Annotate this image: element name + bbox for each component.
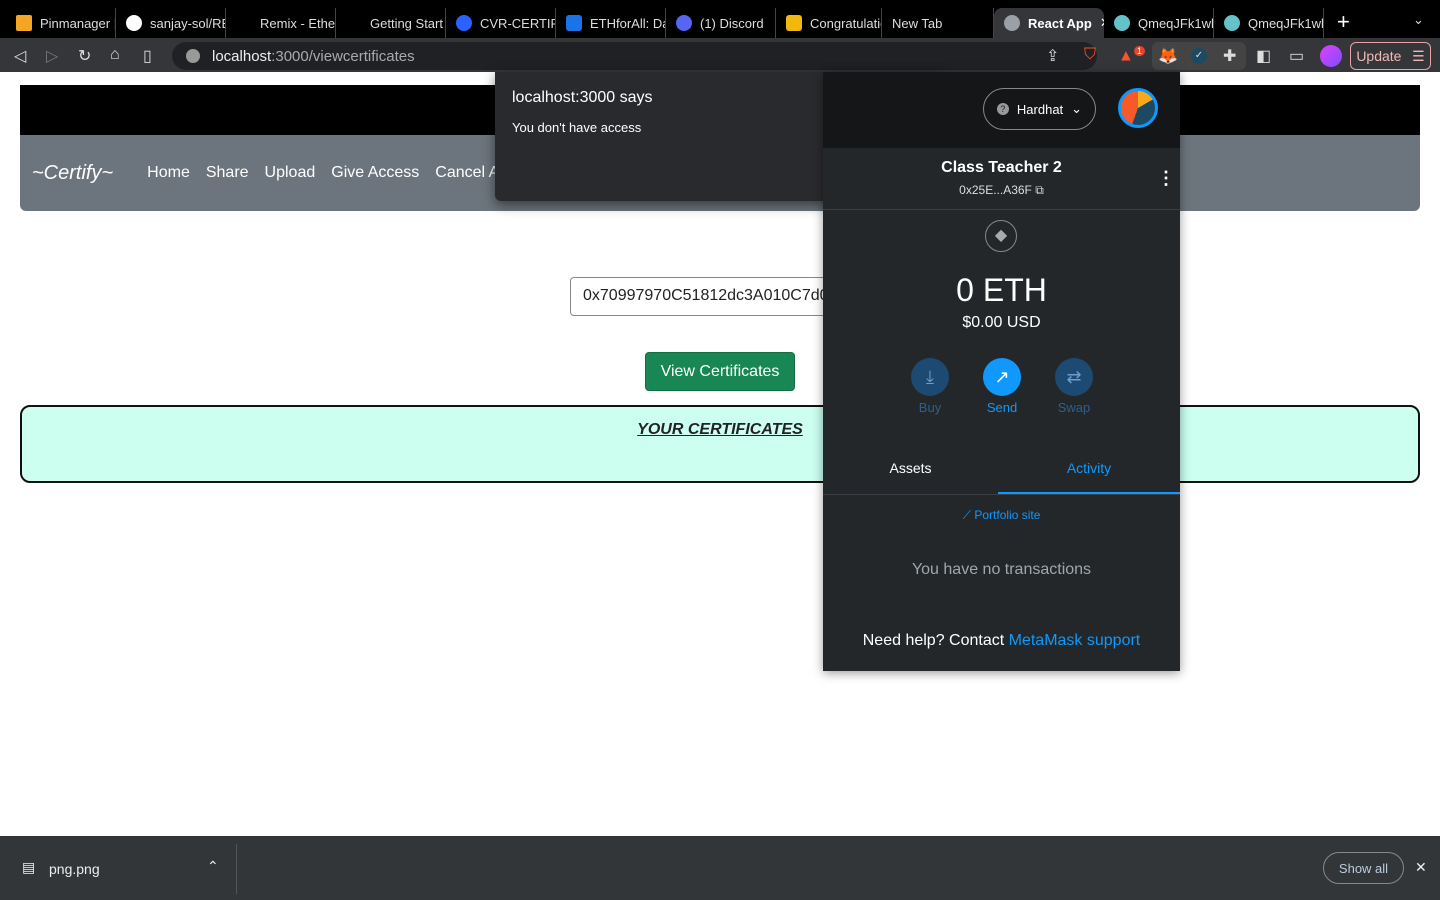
kebab-menu-icon[interactable]: ⋮ — [1157, 168, 1175, 189]
tab[interactable]: (1) Discord — [666, 8, 776, 38]
alert-title: localhost:3000 says — [512, 89, 653, 106]
ipfs-icon — [1114, 15, 1130, 31]
forward-icon[interactable]: ▷ — [46, 46, 58, 66]
support-link[interactable]: MetaMask support — [1009, 632, 1141, 649]
remix-icon — [236, 15, 252, 31]
send-icon[interactable]: ↗ — [983, 358, 1021, 396]
metamask-header: ? Hardhat ⌄ — [823, 72, 1180, 148]
share-icon[interactable]: ⇪ — [1046, 46, 1059, 66]
bookmark-icon[interactable]: ▯ — [143, 46, 152, 66]
wallet-icon[interactable]: ▭ — [1289, 46, 1304, 66]
url-host: localhost — [212, 47, 272, 65]
metamask-icon[interactable]: 🦊 — [1158, 46, 1178, 66]
tab[interactable]: Getting Start — [336, 8, 446, 38]
divider — [823, 209, 1180, 210]
file-icon: ▤ — [22, 859, 36, 875]
nav-give-access[interactable]: Give Access — [331, 164, 419, 182]
download-bar: ▤ png.png ⌃ Show all ✕ — [0, 836, 1440, 900]
canva-icon — [456, 15, 472, 31]
network-selector[interactable]: ? Hardhat ⌄ — [983, 88, 1096, 130]
sidebar-icon[interactable]: ◧ — [1256, 46, 1271, 66]
help-text: Need help? Contact MetaMask support — [862, 632, 1141, 649]
tab[interactable]: QmeqJFk1wk — [1104, 8, 1214, 38]
certificates-title: YOUR CERTIFICATES — [637, 421, 803, 438]
site-icon — [786, 15, 802, 31]
question-icon: ? — [996, 103, 1009, 115]
chart-icon: ⟋ — [962, 508, 972, 522]
discord-icon — [676, 15, 692, 31]
account-avatar[interactable] — [1118, 88, 1158, 128]
home-icon[interactable]: ⌂ — [110, 46, 120, 64]
buy-label: Buy — [918, 400, 942, 415]
ethereum-icon: ◆ — [985, 220, 1017, 252]
alert-message: You don't have access — [512, 120, 642, 135]
copy-icon[interactable]: ⧉ — [1035, 183, 1044, 197]
show-all-button[interactable]: Show all — [1323, 852, 1404, 884]
tab-activity[interactable]: Activity — [998, 448, 1180, 494]
portfolio-link[interactable]: ⟋ Portfolio site — [823, 508, 1180, 523]
check-extension-icon[interactable]: ✓ — [1191, 48, 1207, 64]
pinata-icon — [16, 15, 32, 31]
update-button[interactable]: Update ☰ — [1350, 42, 1431, 70]
github-icon — [126, 15, 142, 31]
url-path: :3000/viewcertificates — [271, 47, 415, 65]
balance-usd: $0.00 USD — [962, 314, 1041, 331]
chevron-down-icon[interactable]: ⌄ — [1413, 12, 1424, 28]
account-address[interactable]: 0x25E...A36F ⧉ — [823, 183, 1180, 198]
tab-active[interactable]: React App✕ — [994, 8, 1104, 38]
tab[interactable]: QmeqJFk1wk — [1214, 8, 1324, 38]
certificates-panel: YOUR CERTIFICATES — [20, 405, 1420, 483]
nav-share[interactable]: Share — [206, 164, 249, 182]
chevron-up-icon[interactable]: ⌃ — [207, 858, 219, 875]
tab[interactable]: Pinmanager | — [6, 8, 116, 38]
rewards-badge: 1 — [1133, 46, 1145, 56]
chevron-down-icon: ⌄ — [1071, 101, 1083, 116]
ipfs-icon — [1224, 15, 1240, 31]
back-icon[interactable]: ◁ — [14, 46, 26, 66]
info-icon — [186, 49, 200, 63]
ethforall-icon — [566, 15, 582, 31]
brave-rewards-icon[interactable]: ▲ 1 — [1118, 46, 1145, 65]
tab[interactable]: Congratulatio — [776, 8, 882, 38]
buy-icon[interactable]: ⤓ — [911, 358, 949, 396]
new-tab-icon[interactable]: + — [1337, 9, 1350, 35]
address-bar[interactable]: localhost:3000/viewcertificates — [172, 42, 1097, 70]
profile-avatar[interactable] — [1320, 45, 1342, 67]
download-filename[interactable]: png.png — [49, 861, 100, 877]
nav-home[interactable]: Home — [147, 164, 190, 182]
nav-upload[interactable]: Upload — [265, 164, 316, 182]
tab[interactable]: New Tab — [882, 8, 994, 38]
brand-logo[interactable]: ~Certify~ — [32, 162, 113, 185]
reload-icon[interactable]: ↻ — [78, 46, 91, 66]
tab[interactable]: sanjay-sol/RE — [116, 8, 226, 38]
globe-icon — [1004, 15, 1020, 31]
swap-icon[interactable]: ⇄ — [1055, 358, 1093, 396]
balance: 0 ETH — [956, 272, 1047, 308]
divider — [236, 844, 237, 894]
puzzle-icon[interactable]: ✚ — [1223, 46, 1236, 66]
metamask-popup: ? Hardhat ⌄ Class Teacher 2 0x25E...A36F ⧉… — [823, 72, 1180, 671]
divider — [823, 494, 1180, 495]
brave-shield-icon[interactable]: ⛉ — [1084, 46, 1096, 64]
view-certificates-button[interactable]: View Certificates — [645, 352, 795, 391]
send-label: Send — [986, 400, 1018, 415]
menu-icon: ☰ — [1412, 47, 1425, 64]
tab[interactable]: Remix - Ethe — [226, 8, 336, 38]
swap-label: Swap — [1057, 400, 1091, 415]
tab-bar: Pinmanager | sanjay-sol/RE Remix - Ethe … — [0, 0, 1440, 38]
tab[interactable]: CVR-CERTIFY — [446, 8, 556, 38]
account-name[interactable]: Class Teacher 2 — [823, 159, 1180, 177]
tab[interactable]: ETHforAll: Da — [556, 8, 666, 38]
close-icon[interactable]: ✕ — [1415, 859, 1427, 876]
empty-state: You have no transactions — [911, 561, 1092, 578]
page-icon — [346, 15, 362, 31]
tab-assets[interactable]: Assets — [823, 448, 998, 494]
